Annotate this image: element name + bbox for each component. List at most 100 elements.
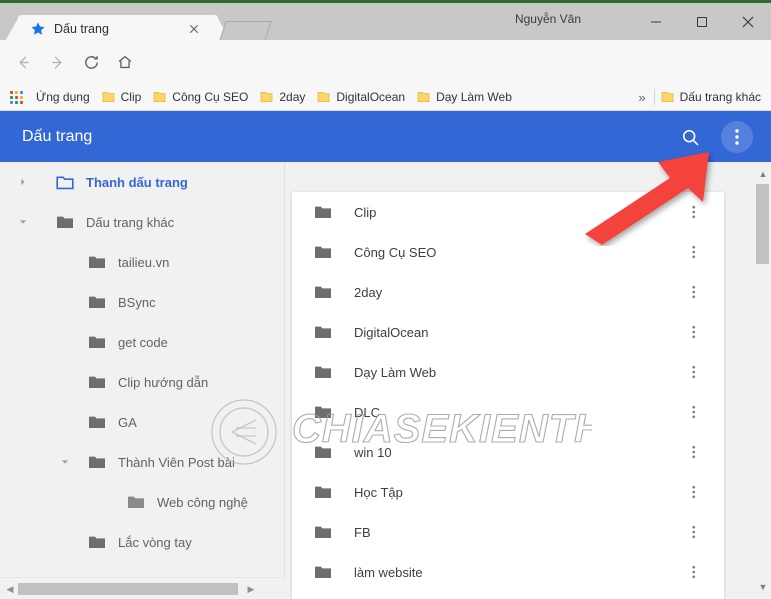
- more-vertical-icon[interactable]: [686, 284, 702, 300]
- more-vertical-icon[interactable]: [686, 524, 702, 540]
- horizontal-scrollbar[interactable]: ◀ ▶: [0, 577, 285, 599]
- home-icon[interactable]: [112, 49, 138, 75]
- scroll-up-arrow-icon[interactable]: ▲: [757, 168, 769, 180]
- back-arrow-icon[interactable]: [10, 49, 36, 75]
- vertical-scroll-thumb[interactable]: [756, 184, 769, 264]
- tree-item-label: Clip hướng dẫn: [118, 374, 209, 390]
- minimize-button[interactable]: [633, 3, 679, 40]
- browser-tab[interactable]: Dấu trang: [18, 15, 218, 43]
- list-item[interactable]: FB: [292, 512, 724, 552]
- list-item-label: Clip: [354, 204, 377, 220]
- more-vertical-icon[interactable]: [686, 484, 702, 500]
- folder-icon: [315, 246, 331, 258]
- vertical-scrollbar[interactable]: ▲ ▼: [754, 162, 771, 599]
- profile-name[interactable]: Nguyễn Văn: [515, 12, 581, 26]
- more-vertical-icon[interactable]: [721, 121, 753, 153]
- bookmarks-bar: Ứng dụng Clip Công Cụ SEO 2day DigitalOc…: [0, 84, 771, 111]
- tree-item-label: Thành Viên Post bài: [118, 454, 235, 470]
- close-icon[interactable]: [186, 21, 202, 37]
- list-item[interactable]: Công Cụ SEO: [292, 232, 724, 272]
- horizontal-scroll-thumb[interactable]: [18, 583, 238, 595]
- folder-icon: [417, 92, 430, 102]
- more-vertical-icon[interactable]: [686, 364, 702, 380]
- more-vertical-icon[interactable]: [686, 564, 702, 580]
- tree-item-3[interactable]: BSync: [0, 282, 285, 322]
- list-item[interactable]: win 10: [292, 432, 724, 472]
- bookmark-apps[interactable]: Ứng dụng: [24, 87, 96, 107]
- list-item[interactable]: Dạy Làm Web: [292, 352, 724, 392]
- bookmark-label: Clip: [120, 90, 142, 104]
- bookmark-item-3[interactable]: DigitalOcean: [311, 87, 411, 107]
- folder-icon: [89, 336, 105, 348]
- tree-item-label: tailieu.vn: [118, 254, 170, 270]
- search-icon[interactable]: [677, 124, 703, 150]
- list-item[interactable]: Clip: [292, 192, 724, 232]
- folder-icon: [153, 92, 166, 102]
- folder-icon: [315, 446, 331, 458]
- list-item-label: FB: [354, 524, 371, 540]
- title-bar: Dấu trang Nguyễn Văn: [0, 0, 771, 44]
- folder-open-icon: [56, 176, 74, 190]
- list-item-label: Học Tập: [354, 484, 403, 500]
- list-item[interactable]: DLC: [292, 392, 724, 432]
- bookmark-item-4[interactable]: Dạy Làm Web: [411, 87, 518, 107]
- more-vertical-icon[interactable]: [686, 324, 702, 340]
- folder-icon: [315, 406, 331, 418]
- bookmark-label: DigitalOcean: [336, 90, 406, 104]
- folder-icon: [260, 92, 273, 102]
- tree-item-6[interactable]: GA: [0, 402, 285, 442]
- bookmark-item-0[interactable]: Clip: [96, 87, 148, 107]
- tree-item-1[interactable]: Dấu trang khác: [0, 202, 285, 242]
- chevron-down-icon[interactable]: [16, 215, 30, 229]
- folder-icon: [315, 526, 331, 538]
- list-item-label: DigitalOcean: [354, 324, 429, 340]
- folder-icon: [315, 486, 331, 498]
- bookmark-other-folder[interactable]: Dấu trang khác: [655, 87, 771, 107]
- tree-item-label: Dấu trang khác: [86, 214, 175, 230]
- tree-item-0[interactable]: Thanh dấu trang: [0, 162, 285, 202]
- list-item[interactable]: DigitalOcean: [292, 312, 724, 352]
- browser-toolbar: Chrome chrome://bookmarks a: [0, 40, 771, 117]
- page-title: Dấu trang: [22, 128, 93, 145]
- window-close-button[interactable]: [725, 3, 771, 40]
- scroll-right-arrow-icon[interactable]: ▶: [244, 582, 258, 596]
- list-item[interactable]: Học Tập: [292, 472, 724, 512]
- chevron-down-icon[interactable]: [58, 455, 72, 469]
- list-item[interactable]: làm website: [292, 552, 724, 592]
- list-item[interactable]: 2day: [292, 272, 724, 312]
- bookmark-item-2[interactable]: 2day: [254, 87, 311, 107]
- apps-label: Ứng dụng: [36, 90, 90, 104]
- forward-arrow-icon[interactable]: [44, 49, 70, 75]
- more-vertical-icon[interactable]: [686, 244, 702, 260]
- folder-icon: [89, 256, 105, 268]
- list-item-label: làm website: [354, 564, 423, 580]
- folder-icon: [102, 92, 115, 102]
- apps-grid-icon[interactable]: [8, 89, 24, 105]
- reload-icon[interactable]: [78, 49, 104, 75]
- scroll-left-arrow-icon[interactable]: ◀: [3, 582, 17, 596]
- tree-item-7[interactable]: Thành Viên Post bài: [0, 442, 285, 482]
- tree-divider: [284, 162, 285, 577]
- folder-icon: [89, 416, 105, 428]
- bookmark-item-1[interactable]: Công Cụ SEO: [147, 87, 254, 107]
- bookmarks-overflow-button[interactable]: »: [630, 90, 653, 105]
- scroll-down-arrow-icon[interactable]: ▼: [757, 581, 769, 593]
- tree-item-2[interactable]: tailieu.vn: [0, 242, 285, 282]
- folder-icon: [315, 566, 331, 578]
- folder-icon: [661, 92, 674, 102]
- bookmark-label: Dạy Làm Web: [436, 90, 512, 104]
- more-vertical-icon[interactable]: [686, 404, 702, 420]
- more-vertical-icon[interactable]: [686, 444, 702, 460]
- tree-item-4[interactable]: get code: [0, 322, 285, 362]
- list-item-label: win 10: [354, 444, 392, 460]
- tree-item-9[interactable]: Lắc vòng tay: [0, 522, 285, 562]
- maximize-button[interactable]: [679, 3, 725, 40]
- tree-item-8[interactable]: Web công nghệ: [0, 482, 285, 522]
- tree-item-5[interactable]: Clip hướng dẫn: [0, 362, 285, 402]
- more-vertical-icon[interactable]: [686, 204, 702, 220]
- folder-icon: [128, 496, 144, 508]
- chevron-right-icon[interactable]: [16, 175, 30, 189]
- folder-icon: [315, 206, 331, 218]
- folder-icon: [315, 366, 331, 378]
- list-item-label: 2day: [354, 284, 383, 300]
